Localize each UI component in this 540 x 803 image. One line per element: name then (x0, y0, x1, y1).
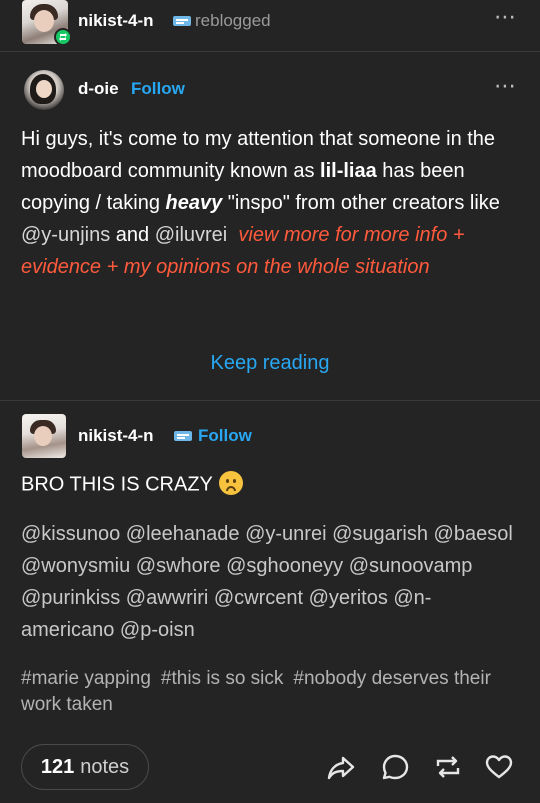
reblogger-username[interactable]: nikist-4-n (78, 11, 154, 31)
notes-count: 121 (40, 755, 75, 778)
reblogger-username-2[interactable]: nikist-4-n (78, 426, 154, 446)
author-avatar[interactable] (24, 70, 64, 110)
post-body: Hi guys, it's come to my attention that … (21, 128, 500, 278)
reblog-badge-icon (54, 28, 72, 46)
tag-link[interactable]: #this is so sick (161, 668, 283, 689)
mention-link[interactable]: @y-unjins (21, 224, 110, 246)
reblog-header: nikist-4-n reblogged ⋯ (0, 0, 540, 52)
reblogger-avatar-2[interactable] (22, 414, 66, 458)
author-username[interactable]: d-oie (78, 79, 119, 99)
notes-button[interactable]: 121 notes (21, 744, 149, 790)
share-icon[interactable] (326, 752, 356, 782)
follow-reblogger-button[interactable]: Follow (198, 426, 252, 446)
post-more-options-icon[interactable]: ⋯ (494, 73, 517, 99)
notes-label: notes (80, 755, 130, 778)
mention-list[interactable]: @kissunoo @leehanade @y-unrei @sugarish … (21, 518, 521, 646)
blog-badge-icon (173, 16, 191, 26)
more-options-icon[interactable]: ⋯ (494, 4, 517, 30)
tag-list: #marie yapping #this is so sick #nobody de… (21, 666, 521, 718)
mentioned-blog-name: lil-liaa (320, 160, 377, 182)
frowning-face-icon (218, 471, 243, 495)
tag-link[interactable]: #marie yapping (21, 668, 151, 689)
keep-reading-link[interactable]: Keep reading (0, 352, 540, 375)
like-heart-icon[interactable] (484, 752, 514, 782)
blog-badge-icon (174, 431, 192, 441)
divider (0, 400, 540, 401)
mention-link[interactable]: @iluvrei (155, 224, 228, 246)
reblogged-label: reblogged (195, 11, 271, 30)
reply-text: BRO THIS IS CRAZY (21, 471, 243, 497)
reply-icon[interactable] (380, 752, 410, 782)
reblog-icon[interactable] (433, 752, 463, 782)
follow-author-button[interactable]: Follow (131, 79, 185, 99)
